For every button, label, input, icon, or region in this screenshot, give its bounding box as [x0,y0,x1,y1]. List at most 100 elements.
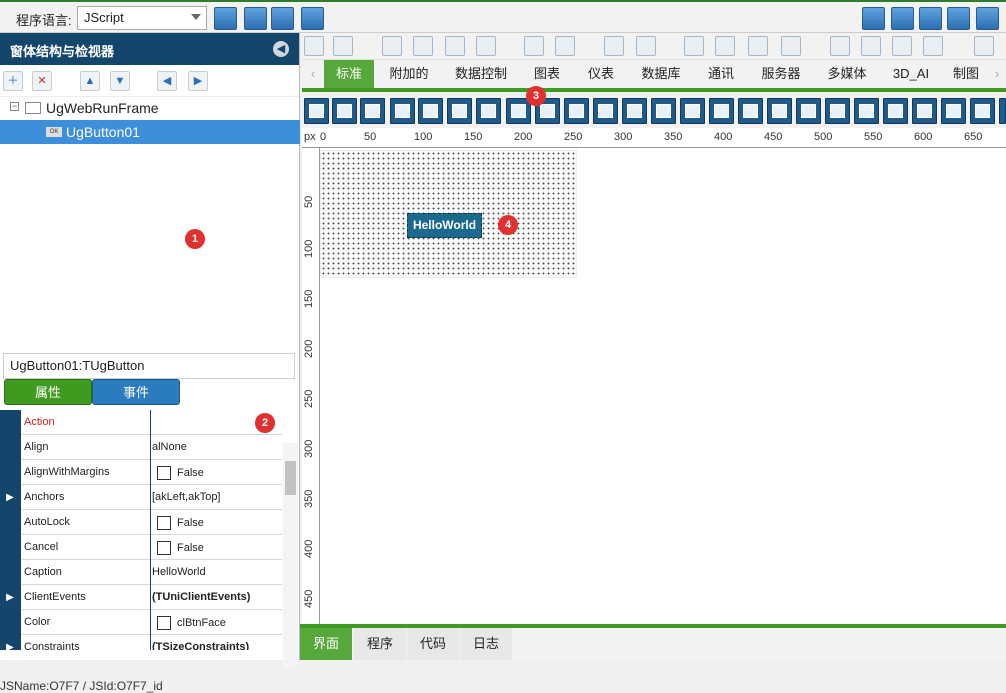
toolbar-button-1[interactable] [214,7,237,30]
move-up-icon[interactable]: ▲ [80,71,100,91]
property-value[interactable]: False [151,510,282,535]
arrow-left-icon[interactable]: ◀ [157,71,177,91]
language-select[interactable]: JScript [77,6,207,30]
center-horizontal-icon[interactable] [604,36,624,56]
tab-database[interactable]: 数据库 [630,60,692,88]
align-right-icon[interactable] [413,36,433,56]
property-value[interactable]: False [151,460,282,485]
tabs-scroll-left-icon[interactable]: ‹ [304,60,322,88]
property-row[interactable]: Cancel False [0,535,282,560]
database-button[interactable] [244,7,267,30]
size-4-icon[interactable] [923,36,943,56]
center-vertical-icon[interactable] [636,36,656,56]
size-3-icon[interactable] [892,36,912,56]
palette-button-icon[interactable] [332,98,357,124]
tab-standard[interactable]: 标准 [324,60,374,88]
move-down-icon[interactable]: ▼ [110,71,130,91]
palette-date-icon[interactable] [622,98,647,124]
grid-toggle-icon[interactable] [974,36,994,56]
palette-numeric-icon[interactable] [593,98,618,124]
property-row[interactable]: Caption HelloWorld [0,560,282,585]
distribute-2-icon[interactable] [715,36,735,56]
tab-server[interactable]: 服务器 [750,60,812,88]
collapse-icon[interactable]: ◀ [273,41,289,57]
size-2-icon[interactable] [861,36,881,56]
run-button[interactable] [301,7,324,30]
tab-events[interactable]: 事件 [92,379,180,405]
search-button[interactable] [919,7,942,30]
space-vertical-icon[interactable] [555,36,575,56]
align-left-icon[interactable] [382,36,402,56]
checkbox[interactable] [157,541,171,555]
design-canvas[interactable]: HelloWorld 4 [320,148,1006,624]
tabs-scroll-right-icon[interactable]: › [988,60,1006,88]
checkbox[interactable] [157,616,171,630]
property-row[interactable]: Action [0,410,282,435]
property-value[interactable]: [akLeft,akTop] [151,485,282,510]
tab-code[interactable]: 代码 [407,628,459,660]
tab-log[interactable]: 日志 [460,628,512,660]
palette-page-icon[interactable] [970,98,995,124]
property-row[interactable]: Color clBtnFace [0,610,282,635]
tree-collapse-icon[interactable]: − [10,102,19,111]
palette-grid-icon[interactable] [709,98,734,124]
tab-ui[interactable]: 界面 [300,628,352,660]
property-value[interactable]: False [151,535,282,560]
palette-progress-icon[interactable] [360,98,385,124]
property-row[interactable]: AlignWithMargins False [0,460,282,485]
align-top-icon[interactable] [445,36,465,56]
help-icon[interactable] [862,7,885,30]
open-icon[interactable] [304,36,324,56]
size-1-icon[interactable] [830,36,850,56]
arrow-right-icon[interactable]: ▶ [188,71,208,91]
tree-child-node[interactable]: OK UgButton01 [0,120,300,144]
palette-panel-icon[interactable] [304,98,329,124]
distribute-3-icon[interactable] [748,36,768,56]
save-icon[interactable] [333,36,353,56]
palette-group-icon[interactable] [854,98,879,124]
palette-radio-icon[interactable] [390,98,415,124]
property-value[interactable]: alNone [151,435,282,460]
align-bottom-icon[interactable] [476,36,496,56]
palette-splitter-icon[interactable] [912,98,937,124]
palette-listbox-icon[interactable] [651,98,676,124]
palette-shape-icon[interactable] [796,98,821,124]
distribute-1-icon[interactable] [684,36,704,56]
property-value[interactable]: HelloWorld [151,560,282,585]
property-row[interactable]: ▶ ClientEvents (TUniClientEvents) [0,585,282,610]
property-row[interactable]: ▶ Constraints (TSizeConstraints) [0,635,282,650]
checkbox[interactable] [157,516,171,530]
property-row[interactable]: ▶ Anchors [akLeft,akTop] [0,485,282,510]
object-name-field[interactable]: UgButton01:TUgButton [3,353,295,379]
tab-properties[interactable]: 属性 [4,379,92,405]
palette-container-icon[interactable] [883,98,908,124]
expand-arrow-icon[interactable]: ▶ [0,635,20,650]
tab-program[interactable]: 程序 [354,628,406,660]
hello-world-button[interactable]: HelloWorld [407,213,482,238]
expand-arrow-icon[interactable]: ▶ [0,585,20,610]
palette-frame-icon[interactable] [825,98,850,124]
palette-combo-icon[interactable] [680,98,705,124]
expand-arrow-icon[interactable]: ▶ [0,485,20,510]
tab-charts[interactable]: 图表 [522,60,572,88]
checkbox[interactable] [157,466,171,480]
property-row[interactable]: Align alNone [0,435,282,460]
tab-3d-ai[interactable]: 3D_AI [882,60,940,88]
add-node-icon[interactable]: ＋ [3,71,23,91]
tab-data-controls[interactable]: 数据控制 [444,60,518,88]
palette-image-icon[interactable] [767,98,792,124]
chart-button[interactable] [891,7,914,30]
globe-button[interactable] [947,7,970,30]
tree-root-node[interactable]: − UgWebRunFrame [0,96,300,120]
palette-more-icon[interactable] [999,98,1006,124]
tab-communication[interactable]: 通讯 [696,60,746,88]
palette-spin-icon[interactable] [564,98,589,124]
palette-checkbox-icon[interactable] [418,98,443,124]
palette-memo-icon[interactable] [447,98,472,124]
copy-button[interactable] [271,7,294,30]
property-value[interactable]: (TSizeConstraints) [151,635,282,650]
property-scrollbar[interactable] [283,443,298,668]
form-surface[interactable]: HelloWorld [320,150,577,278]
scrollbar-thumb[interactable] [285,461,296,495]
palette-scrollbox-icon[interactable] [941,98,966,124]
